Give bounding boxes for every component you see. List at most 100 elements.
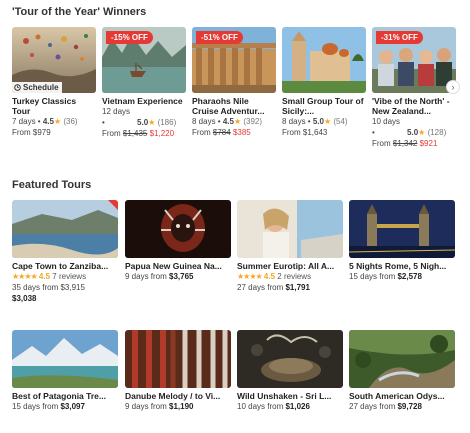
winner-card-5[interactable]: -31% OFF 'Vibe of the North' - New Zeala…	[372, 27, 456, 149]
tour-image[interactable]	[125, 330, 231, 388]
tour-reviews: (54)	[333, 117, 348, 126]
old-price: $1,342	[392, 139, 418, 148]
star-icon: ★★★★	[12, 272, 38, 281]
discount-badge: -51% OFF	[196, 31, 243, 44]
tour-name[interactable]: 'Vibe of the North' - New Zealand...	[372, 96, 456, 116]
tour-days: 9 days from	[125, 402, 167, 411]
tour-price: From $1,643	[282, 128, 328, 137]
tour-price: $3,765	[169, 272, 194, 281]
tour-image[interactable]: -51% OFF	[192, 27, 276, 93]
old-price: $1,435	[122, 129, 148, 138]
tour-name[interactable]: Best of Patagonia Tre...	[12, 391, 118, 401]
tour-rating: 4.5	[263, 272, 276, 281]
tour-name[interactable]: 5 Nights Rome, 5 Nigh...	[349, 261, 455, 271]
winners-section-title: 'Tour of the Year' Winners	[12, 6, 147, 18]
tour-image[interactable]	[282, 27, 366, 93]
tour-price: $9,728	[397, 402, 422, 411]
tour-image[interactable]	[237, 200, 343, 258]
tour-price: $1,791	[285, 283, 310, 292]
tour-name[interactable]: Pharaohs Nile Cruise Adventur...	[192, 96, 276, 116]
tour-image[interactable]	[349, 330, 455, 388]
tour-image[interactable]	[349, 200, 455, 258]
tour-days: 9 days from	[125, 272, 167, 281]
tour-image[interactable]	[237, 330, 343, 388]
winner-card-2[interactable]: -15% OFF Vietnam Experience 12 days • 5.0…	[102, 27, 186, 139]
tour-days: 7 days	[12, 117, 36, 126]
tour-meta: 8 days • 5.0★ (54)	[282, 117, 348, 126]
featured-card-4[interactable]: 5 Nights Rome, 5 Nigh... 15 days from $2…	[349, 200, 455, 282]
tour-rating: 5.0	[407, 128, 419, 137]
featured-card-8[interactable]: South American Odys... 27 days from $9,7…	[349, 330, 455, 412]
tour-reviews: 7 reviews	[52, 272, 87, 281]
tour-days: 15 days from	[12, 402, 59, 411]
tour-price: From $784 $385	[192, 127, 276, 138]
tour-name[interactable]: South American Odys...	[349, 391, 455, 401]
star-icon: ★	[148, 118, 156, 127]
chevron-right-icon: ›	[451, 82, 455, 92]
tour-meta: 7 days • 4.5★ (36)	[12, 117, 78, 126]
star-icon: ★	[418, 128, 426, 137]
star-icon: ★	[323, 117, 332, 126]
tour-image[interactable]: -15% OFF	[102, 27, 186, 93]
tour-image[interactable]	[125, 200, 231, 258]
sale-price: $385	[232, 128, 251, 137]
winner-card-1[interactable]: Schedule Turkey Classics Tour 7 days • 4…	[12, 27, 96, 138]
schedule-label: Schedule	[23, 83, 59, 92]
tour-name[interactable]: Summer Eurotip: All A...	[237, 261, 343, 271]
tour-price-line: 15 days from $3,097	[12, 401, 118, 412]
tour-image[interactable]	[12, 330, 118, 388]
star-icon: ★	[233, 117, 242, 126]
tour-reviews: (36)	[63, 117, 78, 126]
tour-price: From $1,435 $1,220	[102, 128, 186, 139]
tour-rating: 4.5	[38, 272, 51, 281]
discount-badge: -15% OFF	[106, 31, 153, 44]
tour-name[interactable]: Wild Unshaken - Sri L...	[237, 391, 343, 401]
price-from: From	[192, 128, 211, 137]
corner-ribbon	[108, 200, 118, 210]
tour-reviews: (392)	[243, 117, 263, 126]
tour-name[interactable]: Papua New Guinea Na...	[125, 261, 231, 271]
winner-card-4[interactable]: Small Group Tour of Sicily:... 8 days • …	[282, 27, 366, 138]
tour-name[interactable]: Small Group Tour of Sicily:...	[282, 96, 366, 116]
tour-days: 10 days from	[237, 402, 284, 411]
discount-badge: -31% OFF	[376, 31, 423, 44]
tour-rating-row: ★★★★ 4.5 7 reviews	[12, 271, 118, 282]
price-from: From	[372, 139, 391, 148]
featured-card-6[interactable]: Danube Melody / to Vi... 9 days from $1,…	[125, 330, 231, 412]
tour-days: 8 days	[192, 117, 216, 126]
schedule-overlay[interactable]: Schedule	[12, 82, 62, 93]
tour-price-line: 10 days from $1,026	[237, 401, 343, 412]
tour-image[interactable]: -31% OFF	[372, 27, 456, 93]
tour-price-line: 9 days from $3,765	[125, 271, 231, 282]
featured-card-5[interactable]: Best of Patagonia Tre... 15 days from $3…	[12, 330, 118, 412]
star-icon: ★★★★	[237, 272, 263, 281]
tour-rating: 5.0	[312, 117, 324, 126]
tour-name[interactable]: Turkey Classics Tour	[12, 96, 96, 116]
featured-card-7[interactable]: Wild Unshaken - Sri L... 10 days from $1…	[237, 330, 343, 412]
tour-price-line: 27 days from $9,728	[349, 401, 455, 412]
tour-name[interactable]: Cape Town to Zanziba...	[12, 261, 118, 271]
featured-card-1[interactable]: Cape Town to Zanziba... ★★★★ 4.5 7 revie…	[12, 200, 118, 304]
tour-name[interactable]: Danube Melody / to Vi...	[125, 391, 231, 401]
tour-price: $3,097	[60, 402, 85, 411]
tour-image[interactable]	[12, 200, 118, 258]
winner-card-3[interactable]: -51% OFF Pharaohs Nile Cruise Adventur..…	[192, 27, 276, 138]
tour-meta: 8 days • 4.5★ (392)	[192, 117, 263, 126]
star-icon: ★	[53, 117, 62, 126]
tour-days: 35 days from $3,915	[12, 283, 85, 292]
tour-rating: 4.5	[42, 117, 54, 126]
tour-price-line: 9 days from $1,190	[125, 401, 231, 412]
old-price: $784	[212, 128, 231, 137]
tour-reviews: (186)	[157, 118, 177, 127]
featured-card-3[interactable]: Summer Eurotip: All A... ★★★★ 4.5 2 revi…	[237, 200, 343, 293]
tour-price: $1,190	[169, 402, 194, 411]
tour-image[interactable]: Schedule	[12, 27, 96, 93]
tour-name[interactable]: Vietnam Experience	[102, 96, 186, 106]
price-from: From	[102, 129, 121, 138]
tour-days: 12 days	[102, 107, 131, 116]
next-button[interactable]: ›	[446, 80, 460, 94]
tour-rating: 5.0	[137, 118, 149, 127]
sale-price: $1,220	[149, 129, 175, 138]
tour-price: From $979	[12, 128, 51, 137]
featured-card-2[interactable]: Papua New Guinea Na... 9 days from $3,76…	[125, 200, 231, 282]
